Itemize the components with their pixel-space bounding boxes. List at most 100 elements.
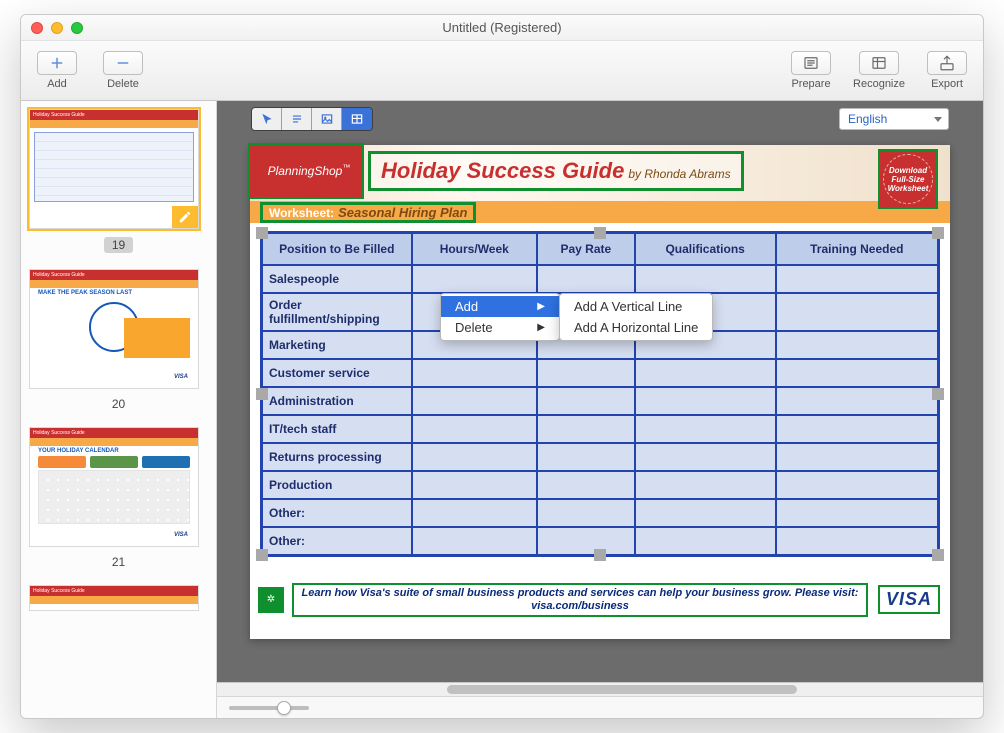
context-menu-delete[interactable]: Delete▶	[441, 317, 559, 338]
worksheet-label: Worksheet:	[269, 206, 334, 220]
text-mode-button[interactable]	[282, 108, 312, 130]
zoom-window-button[interactable]	[71, 22, 83, 34]
table-cell[interactable]	[776, 359, 939, 387]
table-header: Hours/Week	[412, 233, 538, 266]
minimize-window-button[interactable]	[51, 22, 63, 34]
thumbnail-22-partial[interactable]: Holiday Success Guide	[29, 585, 208, 611]
table-cell[interactable]	[412, 387, 538, 415]
resize-handle-mr[interactable]	[932, 388, 944, 400]
table-cell[interactable]	[776, 499, 939, 527]
table-cell[interactable]	[635, 359, 776, 387]
table-cell[interactable]	[635, 443, 776, 471]
table-cell[interactable]	[537, 415, 635, 443]
table-row[interactable]: Administration	[262, 387, 939, 415]
row-label: Order fulfillment/shipping	[262, 293, 412, 331]
table-cell[interactable]	[412, 527, 538, 555]
table-cell[interactable]	[412, 265, 538, 293]
table-row[interactable]: Customer service	[262, 359, 939, 387]
thumbnail-20[interactable]: Holiday Success Guide MAKE THE PEAK SEAS…	[29, 269, 208, 413]
table-cell[interactable]	[537, 265, 635, 293]
table-cell[interactable]	[537, 499, 635, 527]
row-label: IT/tech staff	[262, 415, 412, 443]
table-cell[interactable]	[635, 499, 776, 527]
horizontal-scrollbar[interactable]	[217, 682, 983, 696]
delete-page-button[interactable]: Delete	[99, 51, 147, 90]
resize-handle-ml[interactable]	[256, 388, 268, 400]
horizontal-scroll-thumb[interactable]	[447, 685, 797, 694]
resize-handle-tc[interactable]	[594, 227, 606, 239]
image-mode-button[interactable]	[312, 108, 342, 130]
table-cell[interactable]	[776, 265, 939, 293]
page-byline: by Rhonda Abrams	[628, 167, 730, 181]
table-cell[interactable]	[776, 527, 939, 555]
row-label: Returns processing	[262, 443, 412, 471]
prepare-button[interactable]: Prepare	[787, 51, 835, 90]
thumbnail-image: Holiday Success Guide YOUR HOLIDAY CALEN…	[29, 427, 199, 547]
page-canvas[interactable]: PlanningShop™ Holiday Success Guide by R…	[250, 145, 950, 639]
download-worksheet-chip[interactable]: Download Full-Size Worksheet	[880, 151, 936, 207]
row-label: Salespeople	[262, 265, 412, 293]
add-page-button[interactable]: Add	[33, 51, 81, 90]
pointer-mode-button[interactable]	[252, 108, 282, 130]
table-mode-button[interactable]	[342, 108, 372, 130]
table-cell[interactable]	[776, 443, 939, 471]
row-label: Marketing	[262, 331, 412, 359]
table-cell[interactable]	[635, 527, 776, 555]
context-submenu-add-vertical[interactable]: Add A Vertical Line	[560, 296, 712, 317]
worksheet-table[interactable]: Position to Be FilledHours/WeekPay RateQ…	[260, 231, 940, 557]
thumbnail-21[interactable]: Holiday Success Guide YOUR HOLIDAY CALEN…	[29, 427, 208, 571]
table-row[interactable]: Other:	[262, 499, 939, 527]
resize-handle-bc[interactable]	[594, 549, 606, 561]
table-cell[interactable]	[537, 359, 635, 387]
table-cell[interactable]	[412, 415, 538, 443]
export-icon	[927, 51, 967, 75]
table-row[interactable]: Salespeople	[262, 265, 939, 293]
table-header: Pay Rate	[537, 233, 635, 266]
table-cell[interactable]	[412, 471, 538, 499]
row-label: Production	[262, 471, 412, 499]
export-button[interactable]: Export	[923, 51, 971, 90]
zoom-slider-knob[interactable]	[277, 701, 291, 715]
table-cell[interactable]	[537, 387, 635, 415]
table-cell[interactable]	[635, 415, 776, 443]
page-thumbnails-sidebar[interactable]: Holiday Success Guide 19 Holiday Success…	[21, 101, 217, 718]
table-cell[interactable]	[537, 471, 635, 499]
table-cell[interactable]	[537, 443, 635, 471]
table-cell[interactable]	[635, 471, 776, 499]
context-menu-add[interactable]: Add▶	[441, 296, 559, 317]
table-cell[interactable]	[776, 293, 939, 331]
table-cell[interactable]	[776, 471, 939, 499]
table-row[interactable]: IT/tech staff	[262, 415, 939, 443]
recognize-button[interactable]: Recognize	[853, 51, 905, 90]
resize-handle-tr[interactable]	[932, 227, 944, 239]
canvas-scroll[interactable]: PlanningShop™ Holiday Success Guide by R…	[217, 131, 983, 682]
resize-handle-tl[interactable]	[256, 227, 268, 239]
table-header: Qualifications	[635, 233, 776, 266]
window-title: Untitled (Registered)	[442, 20, 561, 35]
table-cell[interactable]	[412, 443, 538, 471]
table-cell[interactable]	[412, 359, 538, 387]
zoom-slider[interactable]	[229, 706, 309, 710]
title-box: Holiday Success Guide by Rhonda Abrams	[368, 151, 744, 191]
table-selection[interactable]: Position to Be FilledHours/WeekPay RateQ…	[260, 231, 940, 557]
table-cell[interactable]	[635, 265, 776, 293]
resize-handle-bl[interactable]	[256, 549, 268, 561]
language-value: English	[848, 112, 887, 126]
titlebar: Untitled (Registered)	[21, 15, 983, 41]
footer-logo-icon: ✲	[260, 589, 282, 611]
table-cell[interactable]	[412, 499, 538, 527]
thumbnail-image: Holiday Success Guide	[29, 585, 199, 611]
document-toolbar: English	[217, 101, 983, 131]
table-cell[interactable]	[776, 387, 939, 415]
close-window-button[interactable]	[31, 22, 43, 34]
table-cell[interactable]	[537, 527, 635, 555]
table-cell[interactable]	[776, 415, 939, 443]
table-row[interactable]: Returns processing	[262, 443, 939, 471]
table-cell[interactable]	[635, 387, 776, 415]
thumbnail-19[interactable]: Holiday Success Guide 19	[29, 109, 208, 255]
language-select[interactable]: English	[839, 108, 949, 130]
table-cell[interactable]	[776, 331, 939, 359]
resize-handle-br[interactable]	[932, 549, 944, 561]
context-submenu-add-horizontal[interactable]: Add A Horizontal Line	[560, 317, 712, 338]
table-row[interactable]: Production	[262, 471, 939, 499]
